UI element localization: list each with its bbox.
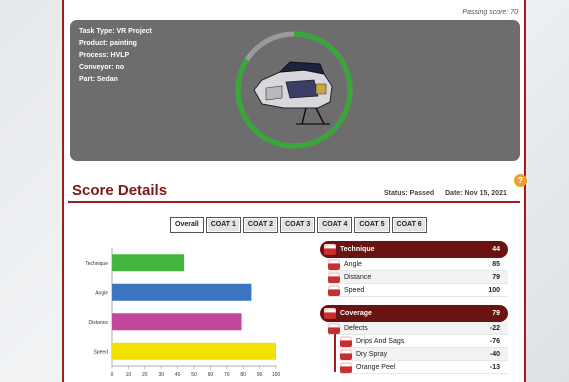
distance-label: Distance [344, 273, 372, 281]
paint-icon [340, 361, 352, 373]
x-tick-label: 50 [191, 372, 197, 378]
help-icon[interactable]: ? [514, 174, 527, 187]
tab-coat-4[interactable]: COAT 4 [317, 217, 353, 233]
tab-coat-3[interactable]: COAT 3 [280, 217, 316, 233]
paint-icon [328, 284, 340, 296]
x-tick-label: 100 [272, 372, 281, 378]
bar-speed [112, 342, 276, 360]
paint-icon [328, 258, 340, 270]
score-row-drips-and-sags[interactable]: Drips And Sags -76 [340, 335, 508, 348]
status-label: Status: Passed [384, 190, 435, 197]
tree-connector [334, 332, 336, 372]
category-label: Distance [89, 320, 109, 326]
defects-label: Defects [344, 324, 368, 332]
drips-value: -76 [489, 337, 500, 345]
paint-icon [340, 348, 352, 360]
x-tick-label: 10 [126, 372, 132, 378]
x-tick-label: 40 [175, 372, 181, 378]
date-label: Date: Nov 15, 2021 [445, 190, 507, 197]
category-label: Speed [94, 349, 109, 355]
angle-label: Angle [344, 260, 362, 268]
task-info: Task Type: VR Project Product: painting … [79, 26, 152, 86]
bar-technique [112, 254, 185, 272]
x-tick-label: 60 [208, 372, 214, 378]
score-row-dry-spray[interactable]: Dry Spray -40 [340, 348, 508, 361]
results-panel: Passing score: 70 Task Type: VR Project … [62, 0, 526, 382]
overall-score-ring [235, 31, 353, 149]
x-tick-label: 30 [158, 372, 164, 378]
paint-icon [328, 322, 340, 334]
car-part-model [253, 61, 333, 125]
process-label: Process: HVLP [79, 52, 130, 59]
paint-icon [328, 271, 340, 283]
distance-value: 79 [492, 273, 500, 281]
score-row-distance[interactable]: Distance 79 [328, 271, 508, 284]
score-row-angle[interactable]: Angle 85 [328, 258, 508, 271]
x-tick-label: 70 [224, 372, 230, 378]
conveyor-label: Conveyor: no [79, 64, 125, 71]
bar-angle [112, 283, 252, 301]
section-divider [68, 201, 520, 203]
paint-icon [324, 308, 336, 319]
dry-spray-label: Dry Spray [356, 350, 388, 358]
technique-value: 44 [492, 246, 500, 253]
orange-peel-label: Orange Peel [356, 363, 396, 371]
score-row-orange-peel[interactable]: Orange Peel -13 [340, 361, 508, 374]
speed-value: 100 [488, 286, 500, 294]
task-type-label: Task Type: VR Project [79, 28, 152, 35]
technique-header[interactable]: Technique 44 [320, 241, 508, 258]
score-row-defects[interactable]: Defects -22 [328, 322, 508, 335]
defects-value: -22 [489, 324, 500, 332]
coverage-header[interactable]: Coverage 79 [320, 305, 508, 322]
x-tick-label: 20 [142, 372, 148, 378]
score-breakdown: Technique 44 Angle 85 Distance 79 Speed … [320, 241, 508, 374]
dry-spray-value: -40 [489, 350, 500, 358]
tab-coat-6[interactable]: COAT 6 [391, 217, 427, 233]
tab-overall[interactable]: Overall [170, 217, 204, 233]
technique-bar-chart: Technique Angle Distance Speed 0 10 20 30 40 50 60… [85, 248, 281, 378]
category-label: Technique [85, 261, 108, 267]
speed-label: Speed [344, 286, 365, 294]
x-tick-label: 0 [111, 372, 114, 378]
tab-coat-1[interactable]: COAT 1 [205, 217, 241, 233]
bar-distance [112, 313, 242, 331]
passing-score-label: Passing score: 70 [462, 9, 518, 16]
technique-label: Technique [340, 246, 375, 253]
coat-tabs: Overall COAT 1 COAT 2 COAT 3 COAT 4 COAT… [170, 217, 427, 233]
paint-icon [324, 244, 336, 255]
product-label: Product: painting [79, 40, 137, 47]
model-viewer[interactable]: Task Type: VR Project Product: painting … [70, 20, 520, 161]
x-tick-label: 80 [240, 372, 246, 378]
paint-icon [340, 335, 352, 347]
score-details-title: Score Details [72, 182, 168, 199]
coverage-value: 79 [492, 310, 500, 317]
coverage-label: Coverage [340, 310, 372, 317]
drips-label: Drips And Sags [356, 337, 405, 345]
score-row-speed[interactable]: Speed 100 [328, 284, 508, 297]
part-label: Part: Sedan [79, 76, 118, 83]
tab-coat-2[interactable]: COAT 2 [242, 217, 279, 233]
tab-coat-5[interactable]: COAT 5 [354, 217, 390, 233]
orange-peel-value: -13 [489, 363, 500, 371]
x-tick-label: 90 [257, 372, 263, 378]
category-label: Angle [95, 290, 108, 296]
angle-value: 85 [492, 260, 500, 268]
